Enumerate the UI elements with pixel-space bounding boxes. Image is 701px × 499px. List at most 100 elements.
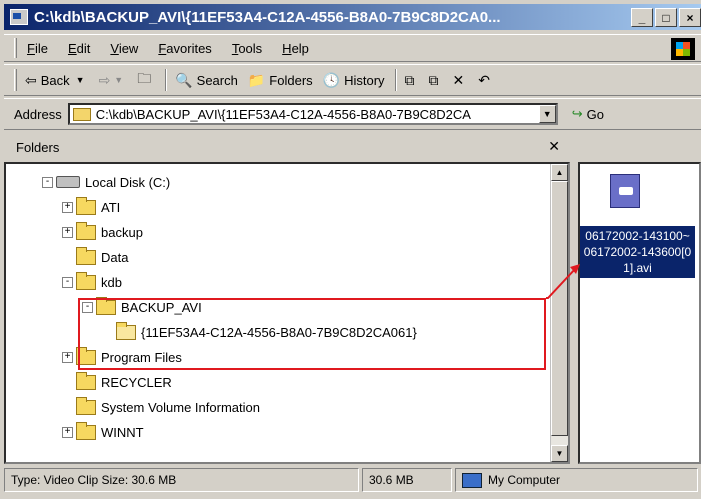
tree-item-label: WINNT [101, 424, 144, 440]
tree-item-ati[interactable]: + ATI [62, 195, 120, 219]
tree-item-label: BACKUP_AVI [121, 299, 202, 315]
search-icon: 🔍 [175, 71, 193, 88]
tree-item-kdb[interactable]: - kdb [62, 270, 122, 294]
scroll-down-button[interactable]: ▼ [551, 445, 568, 462]
title-bar[interactable]: C:\kdb\BACKUP_AVI\{11EF53A4-C12A-4556-B8… [4, 4, 701, 30]
menu-grip[interactable] [14, 38, 17, 58]
tree-item-backup[interactable]: + backup [62, 220, 143, 244]
folder-icon [76, 396, 96, 415]
collapse-icon[interactable]: - [62, 276, 73, 288]
tree-item-label: backup [101, 224, 143, 240]
menu-view[interactable]: View [110, 41, 138, 56]
toolbar-separator [394, 69, 397, 91]
go-button[interactable]: ↪ Go [572, 106, 604, 122]
folder-icon [72, 107, 91, 121]
folders-pane-title: Folders [16, 139, 60, 155]
tree-item-winnt[interactable]: + WINNT [62, 420, 144, 444]
search-label: Search [196, 72, 238, 88]
tree-item-recycler[interactable]: RECYCLER [62, 370, 172, 394]
folder-icon [76, 196, 96, 215]
tree-scrollbar[interactable]: ▲ ▼ [550, 164, 568, 462]
tree-item-label: Data [101, 249, 129, 265]
go-label: Go [586, 106, 604, 122]
chevron-down-icon[interactable]: ▼ [114, 75, 123, 85]
folder-icon [96, 296, 116, 315]
tree-item-guid-folder[interactable]: {11EF53A4-C12A-4556-B8A0-7B9C8D2CA061} [116, 320, 417, 344]
file-list-pane: 06172002-143100~06172002-143600[01].avi [578, 162, 701, 464]
maximize-button[interactable]: □ [655, 8, 677, 27]
menu-edit[interactable]: Edit [68, 41, 90, 56]
tree-item-data[interactable]: Data [62, 245, 128, 269]
toolbar-grip[interactable] [14, 69, 17, 91]
forward-arrow-icon: ⇨ [98, 71, 111, 88]
menu-file[interactable]: File [27, 41, 48, 56]
tree-item-local-disk[interactable]: - Local Disk (C:) [42, 170, 170, 194]
minimize-button[interactable]: _ [631, 8, 653, 27]
folder-icon [76, 246, 96, 265]
copy-to-button[interactable]: ⧉ [429, 72, 443, 89]
menu-tools[interactable]: Tools [232, 41, 262, 56]
menu-favorites[interactable]: Favorites [158, 41, 211, 56]
tree-item-label: ATI [101, 199, 121, 215]
chevron-down-icon[interactable]: ▼ [76, 75, 85, 85]
tree-item-program-files[interactable]: + Program Files [62, 345, 182, 369]
undo-button[interactable]: ↶ [478, 72, 494, 89]
tree-item-label: {11EF53A4-C12A-4556-B8A0-7B9C8D2CA061} [141, 324, 417, 340]
collapse-icon[interactable]: - [82, 301, 93, 313]
up-folder-button[interactable]: 🗀 [137, 68, 155, 92]
tree-item-backup-avi[interactable]: - BACKUP_AVI [82, 295, 202, 319]
folder-tree: - Local Disk (C:) + ATI + backup Data - [6, 164, 550, 462]
tree-item-label: Local Disk (C:) [85, 174, 171, 190]
file-name-label[interactable]: 06172002-143100~06172002-143600[01].avi [580, 226, 695, 278]
drive-icon [56, 176, 80, 188]
history-button[interactable]: 🕓 History [323, 72, 385, 89]
open-folder-icon [116, 321, 136, 340]
tree-item-label: kdb [101, 274, 122, 290]
folder-window-icon [10, 9, 28, 25]
folder-icon [76, 271, 96, 290]
move-to-icon: ⧉ [404, 71, 415, 88]
scroll-up-button[interactable]: ▲ [551, 164, 568, 181]
forward-button[interactable]: ⇨ ▼ [99, 72, 128, 89]
delete-button[interactable]: ✕ [453, 72, 469, 89]
move-to-button[interactable]: ⧉ [405, 72, 419, 89]
video-file-icon[interactable] [610, 174, 640, 208]
folders-button[interactable]: 📁 Folders [248, 72, 313, 89]
folder-icon [76, 421, 96, 440]
folders-pane: - Local Disk (C:) + ATI + backup Data - [4, 162, 570, 464]
status-zone-label: My Computer [488, 473, 561, 487]
folders-label: Folders [269, 72, 313, 88]
up-folder-icon: 🗀 [137, 70, 152, 86]
collapse-icon[interactable]: - [42, 176, 53, 188]
tree-item-label: Program Files [101, 349, 182, 365]
expand-icon[interactable]: + [62, 226, 73, 238]
expand-icon[interactable]: + [62, 201, 73, 213]
delete-icon: ✕ [452, 71, 465, 88]
my-computer-icon [462, 472, 482, 488]
tree-item-label: RECYCLER [101, 374, 172, 390]
window-controls: _ □ × [631, 8, 701, 27]
folder-icon [76, 221, 96, 240]
copy-to-icon: ⧉ [428, 71, 439, 88]
window-title: C:\kdb\BACKUP_AVI\{11EF53A4-C12A-4556-B8… [34, 8, 501, 26]
address-dropdown-button[interactable]: ▼ [538, 105, 556, 123]
menu-help[interactable]: Help [282, 41, 309, 56]
undo-icon: ↶ [478, 71, 491, 88]
search-button[interactable]: 🔍 Search [175, 72, 238, 89]
address-bar: Address C:\kdb\BACKUP_AVI\{11EF53A4-C12A… [4, 98, 701, 130]
scroll-thumb[interactable] [551, 181, 568, 436]
folders-icon: 📁 [247, 71, 266, 88]
address-value: C:\kdb\BACKUP_AVI\{11EF53A4-C12A-4556-B8… [95, 106, 471, 122]
tree-item-system-volume[interactable]: System Volume Information [62, 395, 260, 419]
expand-icon[interactable]: + [62, 426, 73, 438]
status-bar: Type: Video Clip Size: 30.6 MB 30.6 MB M… [4, 468, 701, 496]
back-label: Back [40, 72, 70, 88]
close-button[interactable]: × [679, 8, 701, 27]
address-input[interactable]: C:\kdb\BACKUP_AVI\{11EF53A4-C12A-4556-B8… [67, 103, 558, 125]
folder-icon [76, 346, 96, 365]
back-arrow-icon: ⇦ [25, 71, 37, 88]
expand-icon[interactable]: + [62, 351, 73, 363]
close-icon[interactable]: ✕ [548, 138, 560, 155]
go-arrow-icon: ↪ [571, 106, 583, 121]
back-button[interactable]: ⇦ Back ▼ [25, 72, 89, 89]
